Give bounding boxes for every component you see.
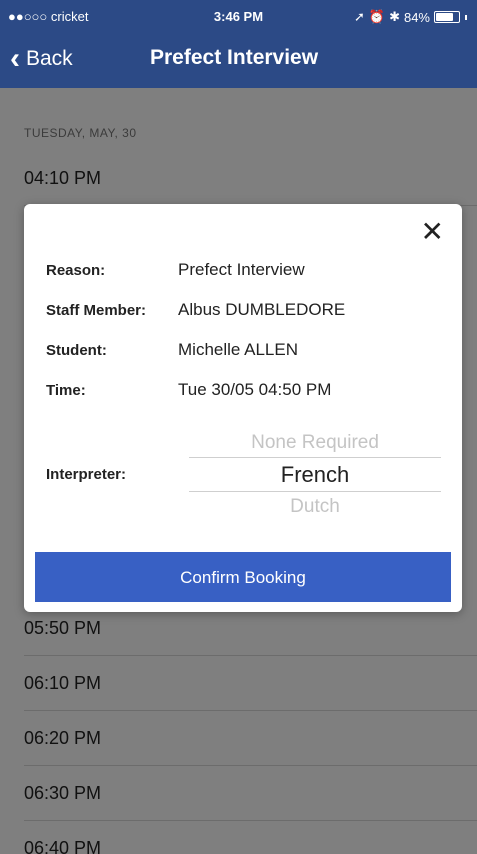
staff-member-label: Staff Member: (46, 302, 147, 319)
status-right: ➚ ⏰ ✱ 84% (354, 9, 467, 25)
time-value: Tue 30/05 04:50 PM (178, 380, 332, 399)
bluetooth-icon: ✱ (389, 9, 400, 24)
reason-label: Reason: (46, 262, 106, 279)
battery-percent: 84% (403, 9, 430, 25)
alarm-icon: ⏰ (368, 9, 386, 24)
location-icon: ➚ (353, 9, 365, 24)
app-screen: ●●○○○ cricket 3:46 PM ➚ ⏰ ✱ 84% ‹ Back P… (0, 0, 477, 854)
reason-value: Prefect Interview (178, 260, 305, 279)
page-title: Prefect Interview (150, 46, 319, 69)
battery-icon (434, 11, 460, 23)
top-bar: ●●○○○ cricket 3:46 PM ➚ ⏰ ✱ 84% ‹ Back P… (0, 0, 477, 88)
picker-divider (189, 457, 441, 458)
status-bar: ●●○○○ cricket 3:46 PM ➚ ⏰ ✱ 84% (0, 0, 477, 34)
student-value: Michelle ALLEN (178, 340, 299, 359)
interpreter-picker[interactable]: None Required French Dutch (189, 426, 441, 522)
staff-member-value: Albus DUMBLEDORE (178, 300, 346, 319)
picker-option[interactable]: Dutch (189, 496, 441, 518)
booking-modal: ✕ Reason: Prefect Interview Staff Member… (24, 204, 462, 612)
picker-divider (189, 491, 441, 492)
interpreter-label: Interpreter: (46, 466, 127, 483)
time-label: Time: (46, 382, 86, 399)
confirm-booking-button[interactable]: Confirm Booking (35, 552, 451, 602)
back-button[interactable]: ‹ Back (10, 44, 73, 74)
back-label: Back (26, 47, 73, 70)
chevron-left-icon: ‹ (10, 42, 20, 75)
close-icon[interactable]: ✕ (421, 218, 444, 246)
student-label: Student: (46, 342, 107, 359)
picker-option[interactable]: None Required (189, 432, 441, 454)
picker-option-selected[interactable]: French (189, 462, 441, 488)
